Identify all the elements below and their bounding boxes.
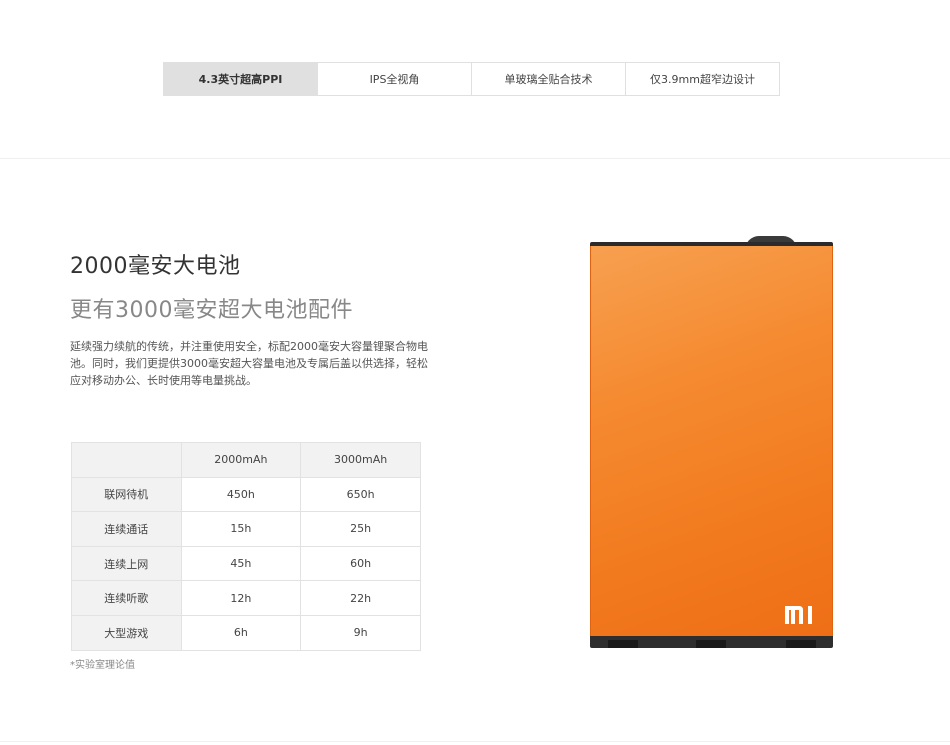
table-row: 连续通话 15h 25h xyxy=(71,511,421,547)
tab-narrow-bezel[interactable]: 仅3.9mm超窄边设计 xyxy=(626,63,779,95)
table-row: 连续听歌 12h 22h xyxy=(71,580,421,616)
tab-single-glass[interactable]: 单玻璃全贴合技术 xyxy=(472,63,626,95)
cell-2000: 450h xyxy=(180,476,302,513)
section-description: 延续强力续航的传统，并注重使用安全，标配2000毫安大容量锂聚合物电池。同时，我… xyxy=(70,340,428,387)
battery-notch xyxy=(786,640,816,648)
section-divider xyxy=(0,158,950,159)
cell-3000: 9h xyxy=(300,614,421,651)
footnote: *实验室理论值 xyxy=(70,660,135,671)
section-subtitle: 更有3000毫安超大电池配件 xyxy=(70,298,353,323)
battery-image xyxy=(590,236,833,648)
battery-spec-table: 2000mAh 3000mAh 联网待机 450h 650h 连续通话 15h … xyxy=(71,442,421,651)
table-header-3000: 3000mAh xyxy=(300,442,421,478)
battery-notch xyxy=(696,640,726,648)
table-row: 大型游戏 6h 9h xyxy=(71,614,421,651)
row-label: 连续通话 xyxy=(71,511,182,547)
table-header-row: 2000mAh 3000mAh xyxy=(71,442,421,478)
cell-2000: 6h xyxy=(180,614,302,651)
row-label: 大型游戏 xyxy=(71,614,182,651)
mi-logo-icon xyxy=(785,606,812,624)
battery-body xyxy=(590,246,833,638)
feature-tabs: 4.3英寸超高PPI IPS全视角 单玻璃全贴合技术 仅3.9mm超窄边设计 xyxy=(163,62,780,96)
cell-2000: 15h xyxy=(180,511,302,547)
cell-2000: 45h xyxy=(180,545,302,582)
section-title: 2000毫安大电池 xyxy=(70,254,241,279)
table-row: 联网待机 450h 650h xyxy=(71,476,421,513)
tab-high-ppi[interactable]: 4.3英寸超高PPI xyxy=(164,63,318,95)
cell-2000: 12h xyxy=(180,580,302,616)
bottom-divider xyxy=(0,741,950,742)
cell-3000: 650h xyxy=(300,476,421,513)
tab-ips[interactable]: IPS全视角 xyxy=(318,63,472,95)
table-row: 连续上网 45h 60h xyxy=(71,545,421,582)
battery-notch xyxy=(608,640,638,648)
row-label: 连续听歌 xyxy=(71,580,182,616)
cell-3000: 25h xyxy=(300,511,421,547)
table-header-empty xyxy=(71,442,182,478)
table-header-2000: 2000mAh xyxy=(180,442,302,478)
row-label: 联网待机 xyxy=(71,476,182,513)
row-label: 连续上网 xyxy=(71,545,182,582)
cell-3000: 22h xyxy=(300,580,421,616)
cell-3000: 60h xyxy=(300,545,421,582)
